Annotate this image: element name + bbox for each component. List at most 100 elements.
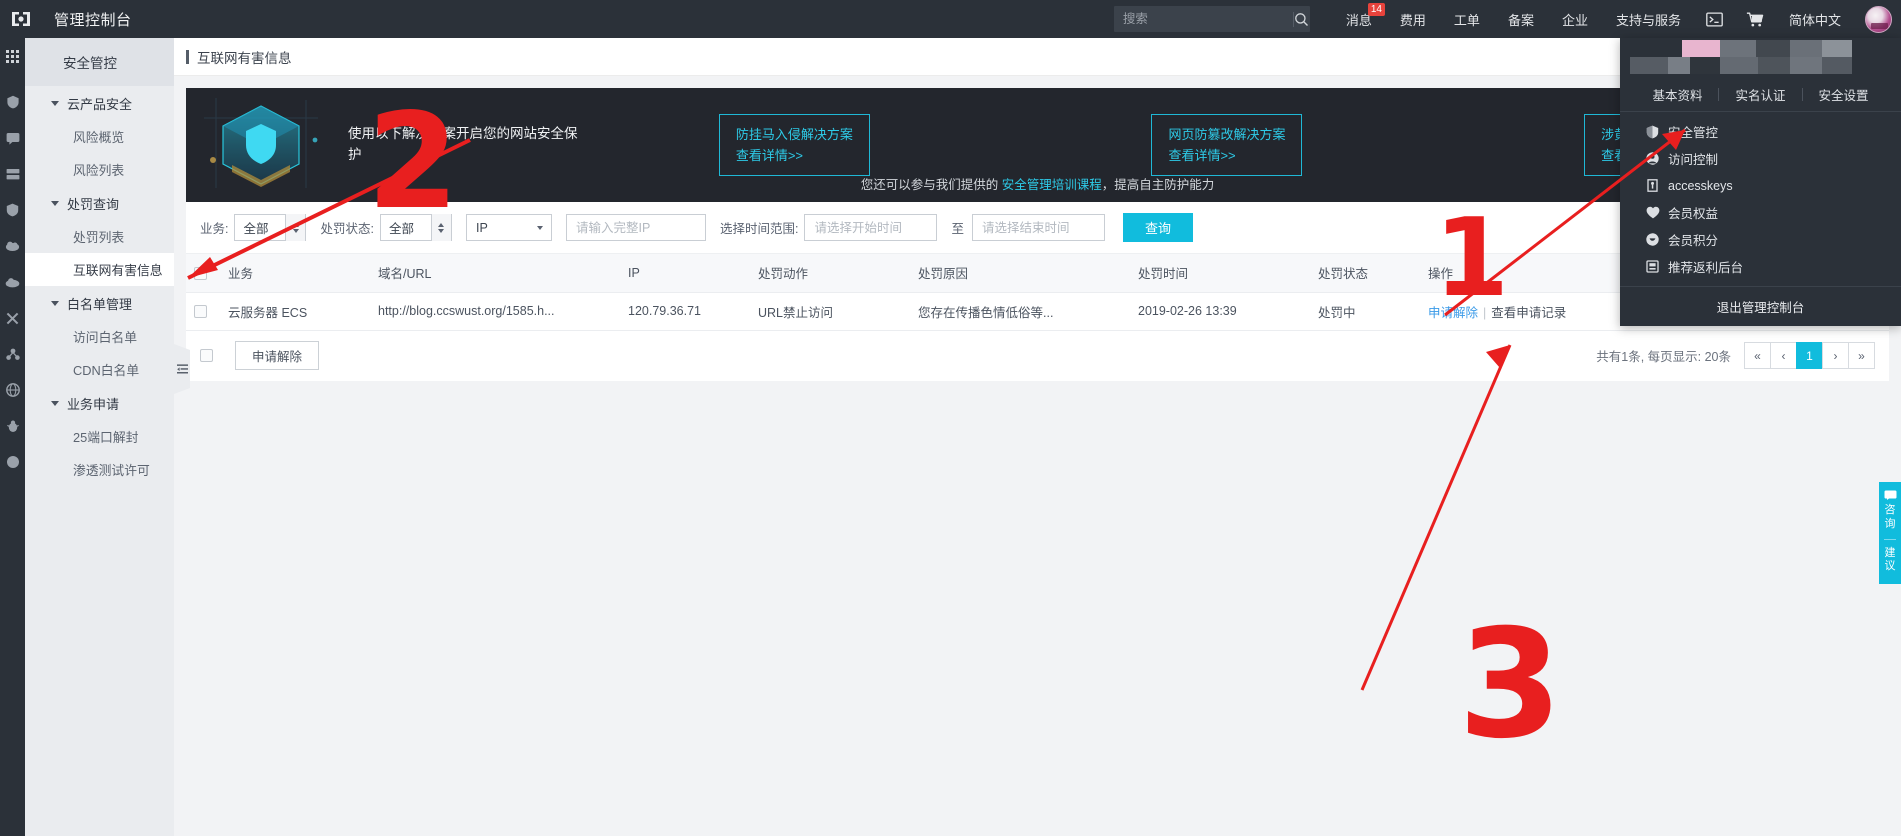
users-group-icon[interactable]	[0, 336, 25, 372]
chat-bubble-icon[interactable]	[0, 120, 25, 156]
sidebar-item-access-whitelist[interactable]: 访问白名单	[25, 320, 174, 353]
shield-icon[interactable]	[0, 192, 25, 228]
feedback-float-widget[interactable]: 咨询 建议	[1879, 482, 1901, 584]
user-menu-member-points[interactable]: 会员积分	[1620, 226, 1901, 253]
bug-icon[interactable]	[0, 408, 25, 444]
cloud-storage-icon[interactable]	[0, 264, 25, 300]
user-circle-icon	[1646, 152, 1668, 165]
nav-item-icp-filing[interactable]: 备案	[1494, 0, 1548, 38]
view-records-link[interactable]: 查看申请记录	[1491, 306, 1566, 320]
cloud-bracket-logo-icon[interactable]	[6, 0, 36, 38]
business-select-value: 全部	[243, 222, 269, 236]
row-checkbox[interactable]	[194, 305, 207, 319]
search-icon[interactable]	[1293, 6, 1310, 32]
sidebar-item-label: 渗透测试许可	[73, 463, 150, 478]
nav-item-billing[interactable]: 费用	[1386, 0, 1440, 38]
pagination-last[interactable]: »	[1848, 342, 1875, 369]
sidebar-group-penalty-query[interactable]: 处罚查询	[25, 186, 174, 220]
scissors-icon[interactable]	[0, 300, 25, 336]
briefcase-icon	[1646, 260, 1668, 273]
cell-penalty-action: URL禁止访问	[750, 292, 910, 331]
user-menu-security-control[interactable]: 安全管控	[1620, 118, 1901, 145]
sidebar-item-cdn-whitelist[interactable]: CDN白名单	[25, 353, 174, 386]
sidebar-item-penalty-list[interactable]: 处罚列表	[25, 220, 174, 253]
user-menu-member-benefits[interactable]: 会员权益	[1620, 199, 1901, 226]
chevron-up-icon	[438, 222, 445, 227]
business-select[interactable]: 全部	[234, 214, 307, 241]
solution-button-anti-tamper[interactable]: 网页防篡改解决方案 查看详情>>	[1151, 113, 1303, 177]
sidebar-item-label: 风险列表	[73, 163, 125, 178]
batch-apply-release-button[interactable]: 申请解除	[235, 341, 320, 370]
language-selector[interactable]: 简体中文	[1775, 0, 1855, 38]
user-panel-menu: 安全管控 访问控制 accesskeys 会员权益 会员积分 推荐返利后台	[1620, 112, 1901, 286]
user-menu-label: accesskeys	[1668, 178, 1733, 193]
column-penalty-status: 处罚状态	[1310, 254, 1420, 293]
solution-button-anti-trojan[interactable]: 防挂马入侵解决方案 查看详情>>	[718, 113, 870, 177]
chevron-down-icon	[51, 100, 59, 106]
user-menu-accesskeys[interactable]: accesskeys	[1620, 172, 1901, 199]
column-penalty-time: 处罚时间	[1130, 254, 1310, 293]
sidebar-group-business-application[interactable]: 业务申请	[25, 386, 174, 420]
date-range-label: 选择时间范围:	[719, 222, 799, 236]
search-type-select[interactable]: IP	[465, 214, 552, 241]
globe-icon[interactable]	[0, 372, 25, 408]
search-input[interactable]	[1113, 12, 1293, 26]
nav-item-messages[interactable]: 消息 14	[1332, 0, 1386, 38]
avatar[interactable]	[1855, 0, 1901, 38]
widget-line-2: 建议	[1884, 546, 1896, 573]
select-all-header	[186, 254, 220, 293]
sidebar-item-risk-list[interactable]: 风险列表	[25, 153, 174, 186]
pagination-prev[interactable]: ‹	[1770, 342, 1797, 369]
cell-penalty-reason: 您存在传播色情低俗等...	[910, 292, 1130, 331]
pagination-next[interactable]: ›	[1822, 342, 1849, 369]
user-menu-label: 会员权益	[1668, 207, 1719, 221]
status-select[interactable]: 全部	[379, 214, 452, 241]
column-business: 业务	[220, 254, 370, 293]
user-menu-access-control[interactable]: 访问控制	[1620, 145, 1901, 172]
end-date-input[interactable]	[971, 214, 1105, 241]
nav-item-tickets[interactable]: 工单	[1440, 0, 1494, 38]
table-footer: 申请解除 共有1条, 每页显示: 20条 « ‹ 1 › »	[186, 330, 1889, 381]
date-range-separator: 至	[951, 222, 964, 236]
pagination-page-1[interactable]: 1	[1796, 342, 1823, 369]
nav-item-enterprise[interactable]: 企业	[1548, 0, 1602, 38]
tab-security-settings[interactable]: 安全设置	[1803, 85, 1885, 104]
start-date-input[interactable]	[804, 214, 938, 241]
sidebar-group-cloud-product-security[interactable]: 云产品安全	[25, 86, 174, 120]
chevron-down-icon	[51, 300, 59, 306]
sidebar-item-label: 访问白名单	[73, 330, 137, 345]
server-stack-icon[interactable]	[0, 156, 25, 192]
footer-select-all-checkbox[interactable]	[200, 349, 213, 362]
select-all-checkbox[interactable]	[194, 266, 207, 280]
training-course-link[interactable]: 安全管理培训课程	[1002, 178, 1102, 192]
shopping-cart-icon[interactable]	[1735, 0, 1775, 38]
sidebar-item-internet-harmful-info[interactable]: 互联网有害信息	[25, 253, 174, 286]
business-filter-label: 业务:	[200, 222, 229, 236]
cloud-network-icon[interactable]	[0, 228, 25, 264]
apply-release-link[interactable]: 申请解除	[1428, 306, 1478, 320]
chevron-down-icon	[438, 228, 445, 233]
logout-button[interactable]: 退出管理控制台	[1620, 286, 1901, 326]
cloud-shield-icon[interactable]	[0, 84, 25, 120]
pagination-first[interactable]: «	[1744, 342, 1771, 369]
circle-dot-icon[interactable]	[0, 444, 25, 480]
console-title: 管理控制台	[54, 11, 132, 29]
user-menu-referral-rebate[interactable]: 推荐返利后台	[1620, 253, 1901, 280]
sidebar-item-label: 25端口解封	[73, 430, 139, 445]
nav-item-support[interactable]: 支持与服务	[1602, 0, 1695, 38]
terminal-icon[interactable]	[1695, 0, 1735, 38]
cell-ip: 120.79.36.71	[620, 292, 750, 331]
sidebar-item-port-25-unblock[interactable]: 25端口解封	[25, 420, 174, 453]
sidebar-item-risk-overview[interactable]: 风险概览	[25, 120, 174, 153]
chevron-down-icon	[536, 225, 543, 230]
page-title-accent-bar	[186, 49, 189, 64]
collapse-sidebar-icon[interactable]	[174, 344, 190, 394]
query-button[interactable]: 查询	[1122, 213, 1193, 242]
grid-apps-icon[interactable]	[0, 38, 25, 74]
sidebar-item-pentest-permit[interactable]: 渗透测试许可	[25, 453, 174, 486]
sidebar-group-whitelist-management[interactable]: 白名单管理	[25, 286, 174, 320]
tab-basic-info[interactable]: 基本资料	[1636, 85, 1718, 104]
ip-input[interactable]	[565, 214, 706, 241]
global-search[interactable]	[1113, 6, 1310, 32]
tab-real-name-auth[interactable]: 实名认证	[1719, 85, 1801, 104]
